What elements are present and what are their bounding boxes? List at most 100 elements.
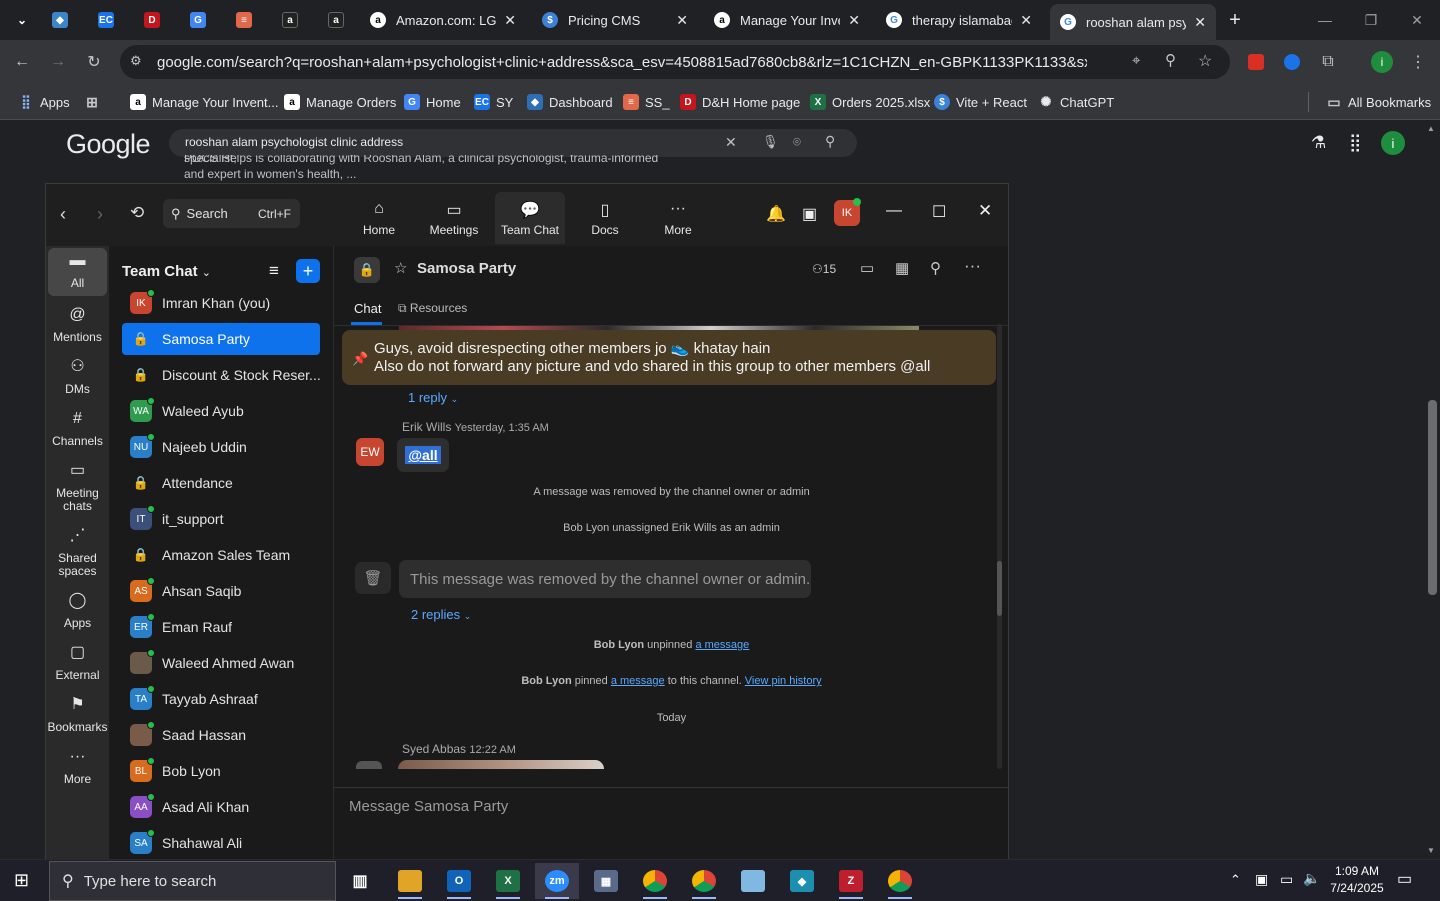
forward-arrow-icon[interactable]: › (97, 204, 103, 225)
chat-list-item[interactable]: IK Imran Khan (you) (122, 287, 320, 319)
calendar-icon[interactable]: ▦ (895, 259, 909, 277)
rail-all[interactable]: ▬ All (48, 248, 107, 296)
chat-list-title[interactable]: Team Chat ⌄ (122, 263, 211, 280)
rail-bookmarks[interactable]: ⚑ Bookmarks (47, 697, 107, 734)
bookmark-item[interactable]: ◆ Dashboard (527, 92, 613, 112)
profile-avatar[interactable]: i (1381, 131, 1405, 155)
chat-list-item[interactable]: TA Tayyab Ashraaf (122, 683, 320, 715)
author-name[interactable]: Syed Abbas (402, 742, 466, 756)
windows-start-icon[interactable]: ⊞ (14, 870, 29, 891)
image-attachment[interactable] (398, 760, 604, 769)
avatar[interactable]: EW (356, 438, 384, 466)
restore-button[interactable]: ❐ (1356, 8, 1386, 32)
page-scrollbar-thumb[interactable] (1428, 400, 1437, 595)
bookmark-apps[interactable]: ⣿ Apps (18, 92, 69, 112)
message-link[interactable]: a message (695, 639, 749, 651)
apps-grid-icon[interactable]: ⣿ (1349, 133, 1361, 153)
avatar[interactable] (356, 761, 382, 769)
star-icon[interactable]: ☆ (394, 259, 407, 277)
rail-mentions[interactable]: @ Mentions (48, 307, 107, 344)
reply-count-link[interactable]: 1 reply ⌄ (408, 390, 458, 405)
minimize-icon[interactable]: — (886, 202, 902, 220)
close-icon[interactable]: ✕ (1194, 14, 1206, 31)
browser-tab[interactable]: a Amazon.com: LG 2 ✕ (360, 6, 526, 34)
chat-list-item[interactable]: SA Shahawal Ali (122, 827, 320, 859)
extension-icon[interactable] (1248, 54, 1264, 70)
message-composer[interactable]: Message Samosa Party (334, 787, 1008, 862)
chat-list-item[interactable]: AA Asad Ali Khan (122, 791, 320, 823)
chat-list-item[interactable]: 🔒 Discount & Stock Reser... (122, 359, 320, 391)
network-icon[interactable]: ▭ (1280, 871, 1293, 888)
bookmark-item[interactable]: ✺ ChatGPT (1038, 92, 1115, 112)
video-icon[interactable]: ▭ (860, 259, 874, 277)
bookmark-item[interactable]: D D&H Home page (680, 92, 800, 112)
bookmark-item[interactable]: ≡ SS_ (623, 92, 670, 112)
rail-shared-spaces[interactable]: ⋰ Shared spaces (48, 528, 107, 578)
back-button[interactable]: ← (10, 50, 34, 74)
maximize-icon[interactable]: ☐ (932, 202, 946, 222)
bookmark-folder[interactable]: ⊞ (84, 92, 106, 112)
url-text[interactable]: google.com/search?q=rooshan+alam+psychol… (157, 54, 1087, 71)
nav-docs[interactable]: ▯ Docs (570, 192, 640, 244)
bookmark-item[interactable]: X Orders 2025.xlsx (810, 92, 930, 112)
pinned-tab[interactable]: a (318, 6, 354, 34)
scroll-down-icon[interactable]: ▼ (1427, 846, 1435, 855)
chat-list-item[interactable]: 🔒 Samosa Party (122, 323, 320, 355)
chat-list-item[interactable]: Waleed Ahmed Awan (122, 647, 320, 679)
chat-list-item[interactable]: 🔒 Attendance (122, 467, 320, 499)
tray-app-icon[interactable]: ▣ (1255, 871, 1268, 888)
app-button[interactable]: ◆ (780, 863, 824, 899)
filezilla-button[interactable]: Z (829, 863, 873, 899)
new-tab-button[interactable]: + (1220, 8, 1250, 32)
pinned-tab[interactable]: a (272, 6, 308, 34)
site-settings-icon[interactable]: ⚙ (130, 53, 142, 69)
chat-list-item[interactable]: WA Waleed Ayub (122, 395, 320, 427)
channel-name[interactable]: Samosa Party (417, 260, 516, 277)
nav-home[interactable]: ⌂ Home (344, 192, 414, 244)
mention-all[interactable]: @all (405, 446, 441, 464)
search-icon[interactable]: ⚲ (825, 133, 835, 150)
zoom-search-box[interactable]: ⚲ Search Ctrl+F (163, 199, 300, 228)
view-pin-history-link[interactable]: View pin history (745, 675, 822, 687)
lens-icon[interactable]: ⌾ (793, 134, 801, 150)
close-icon[interactable]: ✕ (676, 12, 688, 29)
browser-tab-active[interactable]: G rooshan alam psyc ✕ (1050, 4, 1216, 40)
tab-chat[interactable]: Chat (354, 301, 381, 316)
forward-button[interactable]: → (46, 50, 70, 74)
history-icon[interactable]: ⟲ (130, 203, 144, 223)
composer-placeholder[interactable]: Message Samosa Party (349, 798, 508, 815)
pinned-message-banner[interactable]: 📌 Guys, avoid disrespecting other member… (342, 330, 996, 385)
labs-icon[interactable]: ⚗ (1311, 133, 1326, 153)
address-bar[interactable]: ⚙ google.com/search?q=rooshan+alam+psych… (120, 45, 1230, 79)
browser-tab[interactable]: $ Pricing CMS ✕ (532, 6, 698, 34)
bookmark-star-icon[interactable]: ☆ (1198, 51, 1212, 71)
message-scrollbar[interactable] (997, 324, 1002, 769)
nav-more[interactable]: ··· More (643, 192, 713, 244)
google-logo[interactable]: Google (66, 129, 151, 160)
close-icon[interactable]: ✕ (504, 12, 516, 29)
chat-list-item[interactable]: Saad Hassan (122, 719, 320, 751)
minimize-button[interactable]: — (1310, 8, 1340, 32)
chrome-button[interactable] (633, 863, 677, 899)
chat-list-item[interactable]: NU Najeeb Uddin (122, 431, 320, 463)
search-icon[interactable]: ⚲ (930, 259, 941, 277)
taskbar-search[interactable]: ⚲ Type here to search (49, 861, 336, 901)
google-search-box[interactable]: rooshan alam psychologist clinic address… (169, 129, 857, 157)
notification-icon[interactable]: ▭ (1397, 869, 1412, 889)
bookmark-item[interactable]: $ Vite + React (934, 92, 1027, 112)
scroll-up-icon[interactable]: ▲ (1427, 124, 1435, 133)
reply-count-link[interactable]: 2 replies ⌄ (411, 607, 471, 622)
close-icon[interactable]: ✕ (978, 201, 992, 221)
volume-icon[interactable]: 🔈 (1303, 870, 1320, 887)
browser-tab[interactable]: a Manage Your Inve ✕ (704, 6, 870, 34)
nav-meetings[interactable]: ▭ Meetings (419, 192, 489, 244)
filter-icon[interactable]: ≡ (269, 261, 279, 281)
search-query[interactable]: rooshan alam psychologist clinic address (185, 135, 403, 149)
more-dots-icon[interactable]: ··· (964, 256, 981, 276)
pinned-tab[interactable]: EC (88, 6, 124, 34)
bookmark-item[interactable]: a Manage Orders (284, 92, 396, 112)
rail-external[interactable]: ▢ External (48, 645, 107, 682)
puzzle-icon[interactable]: ⧉ (1316, 50, 1340, 74)
chat-list-item[interactable]: BL Bob Lyon (122, 755, 320, 787)
pinned-tab[interactable]: ◆ (42, 6, 78, 34)
